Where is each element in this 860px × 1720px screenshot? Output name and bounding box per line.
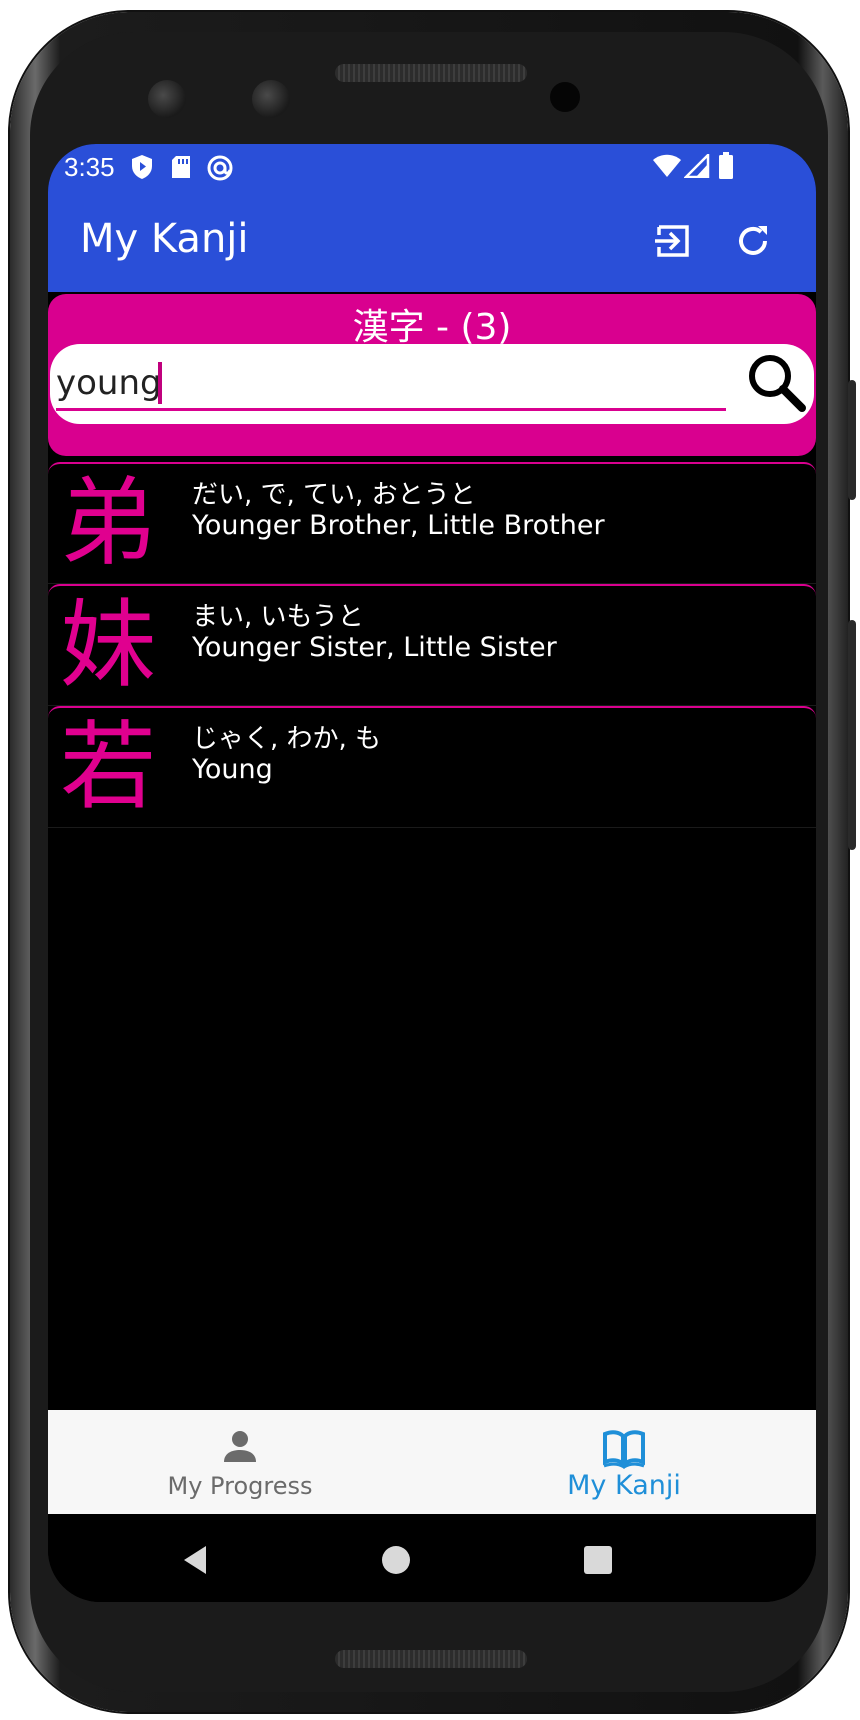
front-camera [550, 82, 580, 112]
system-navigation-bar [48, 1514, 816, 1602]
kanji-character: 若 [60, 711, 156, 823]
exit-icon [655, 225, 689, 257]
book-icon [603, 1430, 645, 1469]
kanji-meaning: Young [192, 754, 273, 785]
shield-icon [130, 154, 154, 184]
bottom-speaker [335, 1650, 527, 1668]
sensor-icon [252, 80, 290, 118]
kanji-meaning: Younger Brother, Little Brother [192, 510, 605, 541]
kanji-list: 弟 だい, で, てい, おとうと Younger Brother, Littl… [48, 462, 816, 828]
search-panel: 漢字 - (3) [48, 294, 816, 456]
home-button[interactable] [374, 1538, 418, 1582]
person-icon [224, 1431, 256, 1462]
app-bar: My Kanji [48, 190, 816, 292]
kanji-character: 弟 [60, 467, 156, 579]
status-bar: 3:35 [48, 144, 816, 190]
logout-button[interactable] [648, 216, 698, 266]
nav-tab-my-progress[interactable]: My Progress [48, 1410, 432, 1514]
kanji-meaning: Younger Sister, Little Sister [192, 632, 557, 663]
home-circle-icon [382, 1546, 410, 1574]
bottom-navigation: My Progress My Kanji [48, 1410, 816, 1514]
status-time: 3:35 [64, 152, 115, 182]
kanji-reading: まい, いもうと [192, 602, 364, 632]
recents-button[interactable] [576, 1538, 620, 1582]
back-triangle-icon [184, 1546, 206, 1574]
kanji-reading: じゃく, わか, も [192, 724, 382, 754]
kanji-reading: だい, で, てい, おとうと [192, 480, 476, 510]
sd-card-icon [170, 154, 192, 184]
signal-icon [682, 151, 710, 182]
refresh-icon [739, 226, 767, 255]
nav-label: My Kanji [567, 1470, 681, 1501]
sensor-icon [148, 80, 186, 118]
list-item[interactable]: 若 じゃく, わか, も Young [48, 706, 816, 828]
list-item[interactable]: 弟 だい, で, てい, おとうと Younger Brother, Littl… [48, 462, 816, 584]
wifi-icon [652, 154, 682, 182]
nav-tab-my-kanji[interactable]: My Kanji [432, 1410, 816, 1514]
search-box [50, 344, 814, 424]
battery-icon [718, 152, 734, 184]
app-title: My Kanji [80, 216, 249, 262]
search-input[interactable] [56, 358, 726, 411]
recents-square-icon [584, 1546, 612, 1574]
search-icon [749, 355, 806, 412]
nav-label: My Progress [167, 1472, 313, 1500]
back-button[interactable] [174, 1538, 218, 1582]
volume-button [848, 620, 856, 850]
screen: 3:35 My Kanji 漢字 - (3) young 弟 だい, で, てい… [48, 144, 816, 1602]
power-button [848, 380, 856, 500]
at-sign-icon [206, 154, 234, 186]
list-item[interactable]: 妹 まい, いもうと Younger Sister, Little Sister [48, 584, 816, 706]
kanji-count-title: 漢字 - (3) [352, 307, 512, 348]
earpiece-speaker [335, 64, 527, 82]
refresh-button[interactable] [728, 216, 778, 266]
kanji-character: 妹 [60, 589, 156, 701]
text-caret [158, 362, 162, 404]
search-button[interactable] [744, 350, 810, 416]
